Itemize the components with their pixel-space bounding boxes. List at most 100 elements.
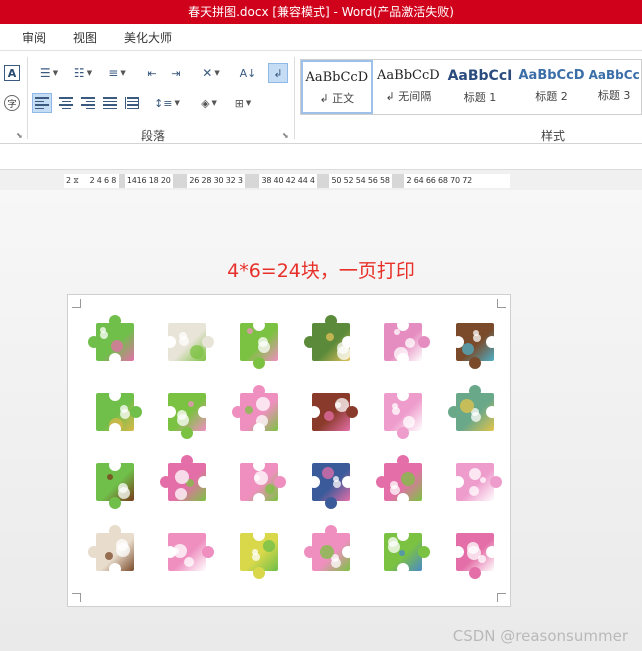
piece-pattern [399, 550, 405, 556]
document-page[interactable] [67, 294, 511, 607]
puzzle-piece[interactable] [304, 525, 354, 571]
tab-review[interactable]: 审阅 [22, 29, 59, 46]
multilevel-list-button[interactable]: ≡ ▼ [102, 63, 132, 83]
puzzle-piece[interactable] [452, 463, 502, 501]
text-box-icon[interactable]: A [4, 65, 20, 81]
decrease-indent-button[interactable]: ⇤ [142, 63, 162, 83]
piece-pattern [256, 397, 270, 411]
tab-beautify-master[interactable]: 美化大师 [124, 29, 185, 46]
horizontal-ruler[interactable]: 2 ⧖ 2 4 6 8 1416 18 20 26 28 30 32 3 38 … [64, 174, 510, 188]
puzzle-piece[interactable] [452, 323, 498, 369]
puzzle-piece[interactable] [232, 385, 278, 435]
distributed-button[interactable] [122, 93, 142, 113]
piece-pattern [326, 333, 334, 341]
margin-corner-mark [497, 299, 506, 308]
style-no-spacing[interactable]: AaBbCcD ↲ 无间隔 [373, 60, 445, 114]
puzzle-piece[interactable] [376, 455, 422, 505]
puzzle-piece[interactable] [160, 455, 210, 501]
puzzle-blank [452, 476, 464, 488]
piece-pattern [469, 486, 479, 496]
puzzle-piece[interactable] [384, 389, 422, 439]
style-heading-2[interactable]: AaBbCcD 标题 2 [516, 60, 588, 114]
ruler-gap [317, 174, 330, 188]
piece-pattern [175, 488, 187, 500]
puzzle-blank [452, 336, 464, 348]
piece-pattern [105, 552, 113, 560]
ruler-label: 2 64 66 68 70 72 [406, 176, 472, 185]
style-normal[interactable]: AaBbCcD ↲ 正文 [301, 60, 373, 114]
puzzle-piece[interactable] [308, 393, 358, 431]
puzzle-blank [109, 459, 121, 471]
puzzle-piece[interactable] [384, 529, 430, 575]
align-center-button[interactable] [56, 93, 76, 113]
puzzle-blank [342, 546, 354, 558]
font-dialog-launcher-icon[interactable]: ⬊ [16, 131, 23, 140]
align-left-icon [35, 97, 49, 109]
phonetic-guide-icon[interactable]: 字 [4, 95, 20, 111]
puzzle-blank [397, 493, 409, 505]
margin-corner-mark [72, 299, 81, 308]
piece-pattern [245, 406, 253, 414]
numbering-button[interactable]: ☷ ▼ [68, 63, 98, 83]
sort-button[interactable]: A↓ [238, 63, 258, 83]
sort-icon: A↓ [239, 66, 257, 80]
piece-pattern [263, 540, 275, 552]
puzzle-blank [253, 319, 265, 331]
puzzle-piece[interactable] [96, 389, 142, 435]
ruler-label: 38 40 42 44 4 [261, 176, 315, 185]
style-heading-3[interactable]: AaBbCc 标题 3 [587, 60, 641, 114]
puzzle-tab [88, 546, 100, 558]
watermark: CSDN @reasonsummer [452, 627, 628, 645]
align-right-button[interactable] [78, 93, 98, 113]
puzzle-piece[interactable] [164, 533, 214, 571]
puzzle-blank [397, 389, 409, 401]
document-heading[interactable]: 4*6=24块，一页打印 [0, 256, 642, 283]
puzzle-piece[interactable] [240, 319, 278, 369]
increase-indent-button[interactable]: ⇥ [166, 63, 186, 83]
puzzle-piece[interactable] [88, 525, 134, 575]
puzzle-blank [109, 423, 121, 435]
puzzle-piece[interactable] [164, 323, 214, 361]
ruler-gap [173, 174, 188, 188]
indent-marker-icon[interactable]: ⧖ [73, 174, 87, 188]
puzzle-blank [486, 336, 498, 348]
justify-button[interactable] [100, 93, 120, 113]
piece-pattern [403, 416, 415, 428]
puzzle-blank [253, 493, 265, 505]
piece-pattern [111, 340, 123, 352]
styles-group-label: 样式 [541, 129, 566, 143]
piece-pattern [179, 336, 189, 346]
puzzle-piece[interactable] [384, 319, 430, 365]
puzzle-piece[interactable] [88, 315, 134, 365]
show-marks-button[interactable]: ↲ [268, 63, 288, 83]
line-spacing-button[interactable]: ↕≡ ▼ [152, 93, 182, 113]
puzzle-piece[interactable] [164, 393, 210, 439]
bullets-button[interactable]: ☰ ▼ [34, 63, 64, 83]
puzzle-piece[interactable] [96, 459, 134, 509]
puzzle-blank [342, 336, 354, 348]
puzzle-blank [109, 563, 121, 575]
piece-pattern [337, 346, 351, 360]
chinese-layout-button[interactable]: ✕ ▼ [196, 63, 226, 83]
puzzle-piece[interactable] [304, 315, 354, 361]
puzzle-blank [253, 529, 265, 541]
borders-button[interactable]: ⊞ ▼ [228, 93, 258, 113]
piece-pattern [392, 407, 400, 415]
piece-pattern [473, 334, 481, 342]
tab-view[interactable]: 视图 [73, 29, 110, 46]
puzzle-piece[interactable] [448, 385, 498, 431]
puzzle-piece[interactable] [240, 529, 278, 579]
style-name: ↲ 正文 [319, 92, 355, 105]
puzzle-blank [109, 353, 121, 365]
paragraph-dialog-launcher-icon[interactable]: ⬊ [282, 131, 289, 140]
chinese-layout-icon: ✕ [202, 66, 213, 80]
puzzle-blank [308, 476, 320, 488]
align-left-button[interactable] [32, 93, 52, 113]
shading-button[interactable]: ◈ ▼ [194, 93, 224, 113]
puzzle-piece[interactable] [308, 463, 354, 509]
chevron-down-icon: ▼ [120, 69, 126, 77]
puzzle-piece[interactable] [452, 533, 498, 579]
style-heading-1[interactable]: AaBbCcI 标题 1 [444, 60, 516, 114]
puzzle-piece[interactable] [240, 459, 286, 505]
piece-pattern [480, 477, 486, 483]
